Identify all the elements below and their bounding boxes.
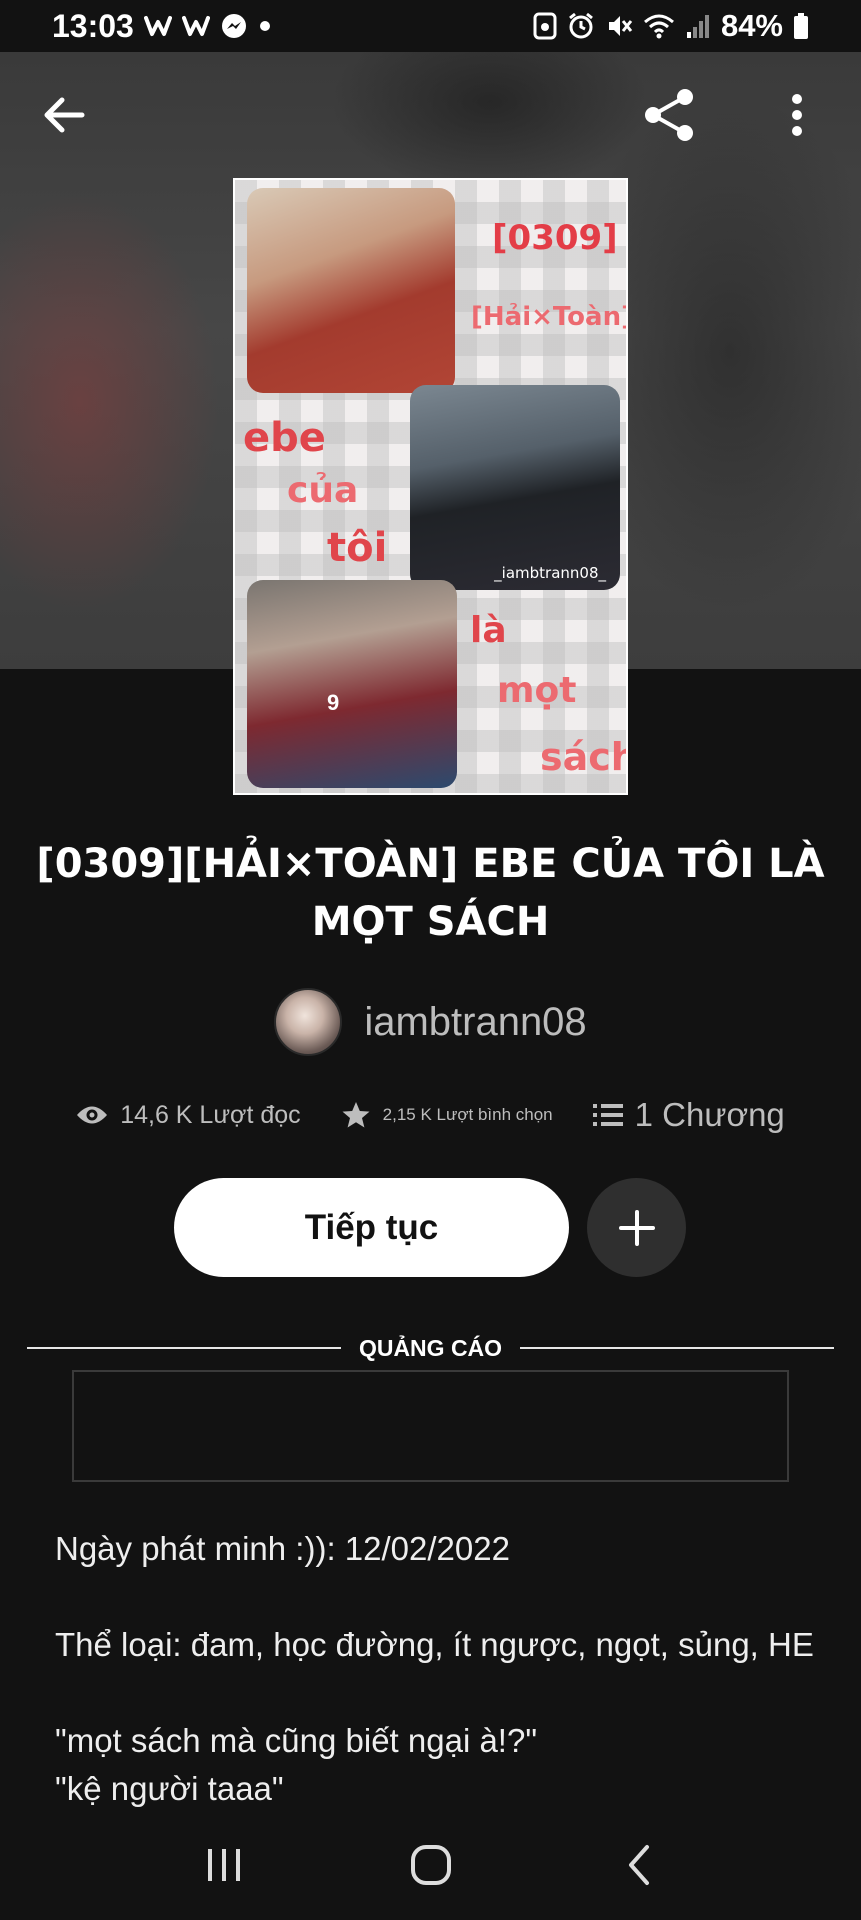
system-nav-bar [0, 1810, 861, 1920]
cover-pair-text: [Hải×Toàn] [471, 302, 628, 332]
wifi-icon [643, 12, 675, 40]
divider-line [520, 1347, 834, 1349]
description-line: "mọt sách mà cũng biết ngại à!?" [55, 1722, 538, 1759]
votes-count: 2,15 K Lượt bình chọn [382, 1105, 553, 1124]
status-time: 13:03 [52, 7, 134, 44]
cover-word: ebe [243, 415, 326, 461]
description-gap [55, 1573, 815, 1621]
eye-icon [77, 1106, 108, 1124]
nav-actions [635, 81, 831, 149]
add-to-library-button[interactable] [587, 1178, 686, 1277]
share-button[interactable] [635, 81, 703, 149]
status-bar: 13:03 84% [0, 0, 861, 52]
mute-icon [605, 12, 633, 40]
status-left: 13:03 [52, 8, 272, 45]
reads-stat: 14,6 K Lượt đọc [76, 1100, 301, 1130]
cover-photo-tag: _iambtrann08_ [494, 564, 606, 582]
top-nav [0, 52, 861, 177]
cover-photo-player-seated: 9 [247, 580, 457, 788]
description-line: "kệ người taaa" [55, 1770, 284, 1807]
system-back-button[interactable] [598, 1825, 678, 1905]
status-right: 84% [533, 8, 809, 44]
cover-photo-players-masks: _iambtrann08_ [410, 385, 620, 590]
continue-reading-button[interactable]: Tiếp tục [174, 1178, 569, 1277]
cover-word: mọt [497, 670, 577, 711]
back-button[interactable] [30, 81, 98, 149]
w-icon [143, 14, 172, 38]
description-line: Thể loại: đam, học đường, ít ngược, ngọt… [55, 1626, 814, 1663]
recent-apps-icon [207, 1849, 240, 1881]
cover-code-text: [0309] [492, 218, 618, 258]
ad-slot[interactable] [72, 1370, 789, 1482]
ad-divider: QUẢNG CÁO [27, 1334, 834, 1361]
divider-line [27, 1347, 341, 1349]
signal-icon [685, 12, 711, 40]
chevron-left-icon [628, 1845, 649, 1885]
screenshot-icon [533, 12, 557, 40]
cover-photo-player-red [247, 188, 455, 393]
reads-count: 14,6 K Lượt đọc [120, 1100, 301, 1129]
list-icon [592, 1104, 623, 1126]
avatar [274, 988, 343, 1056]
cover-jersey-number: 9 [327, 690, 340, 715]
story-stats: 14,6 K Lượt đọc 2,15 K Lượt bình chọn 1 … [0, 1096, 861, 1134]
home-button[interactable] [391, 1825, 471, 1905]
alarm-icon [567, 12, 595, 40]
backdrop-blur [0, 192, 220, 612]
home-icon [410, 1845, 451, 1885]
author-link[interactable]: iambtrann08 [0, 988, 861, 1056]
cover-word: của [287, 470, 359, 511]
messenger-icon [220, 12, 248, 40]
story-description: Ngày phát minh :)): 12/02/2022 Thể loại:… [55, 1525, 815, 1813]
ad-label: QUẢNG CÁO [358, 1334, 503, 1361]
share-icon [645, 88, 693, 141]
more-vertical-icon [792, 93, 802, 136]
cover-word: sách [540, 735, 626, 779]
description-line: Ngày phát minh :)): 12/02/2022 [55, 1530, 510, 1567]
w-icon [181, 14, 210, 38]
description-gap [55, 1669, 815, 1717]
story-cover[interactable]: _iambtrann08_ 9 [0309] [Hải×Toàn] ebe củ… [233, 178, 628, 795]
dot-icon [258, 19, 272, 33]
votes-stat: 2,15 K Lượt bình chọn [341, 1100, 553, 1130]
arrow-left-icon [44, 97, 85, 132]
more-options-button[interactable] [763, 81, 831, 149]
recent-apps-button[interactable] [184, 1825, 264, 1905]
star-icon [342, 1102, 370, 1128]
story-title: [0309][HẢI×TOÀN] EBE CỦA TÔI LÀ MỌT SÁCH [36, 841, 825, 945]
parts-count: 1 Chương [634, 1096, 785, 1133]
cover-word: là [470, 610, 507, 651]
parts-stat[interactable]: 1 Chương [592, 1096, 785, 1134]
cover-word: tôi [327, 525, 388, 571]
battery-level: 84% [720, 8, 783, 43]
battery-icon [793, 12, 809, 40]
author-name: iambtrann08 [364, 999, 587, 1044]
plus-icon [618, 1209, 655, 1246]
